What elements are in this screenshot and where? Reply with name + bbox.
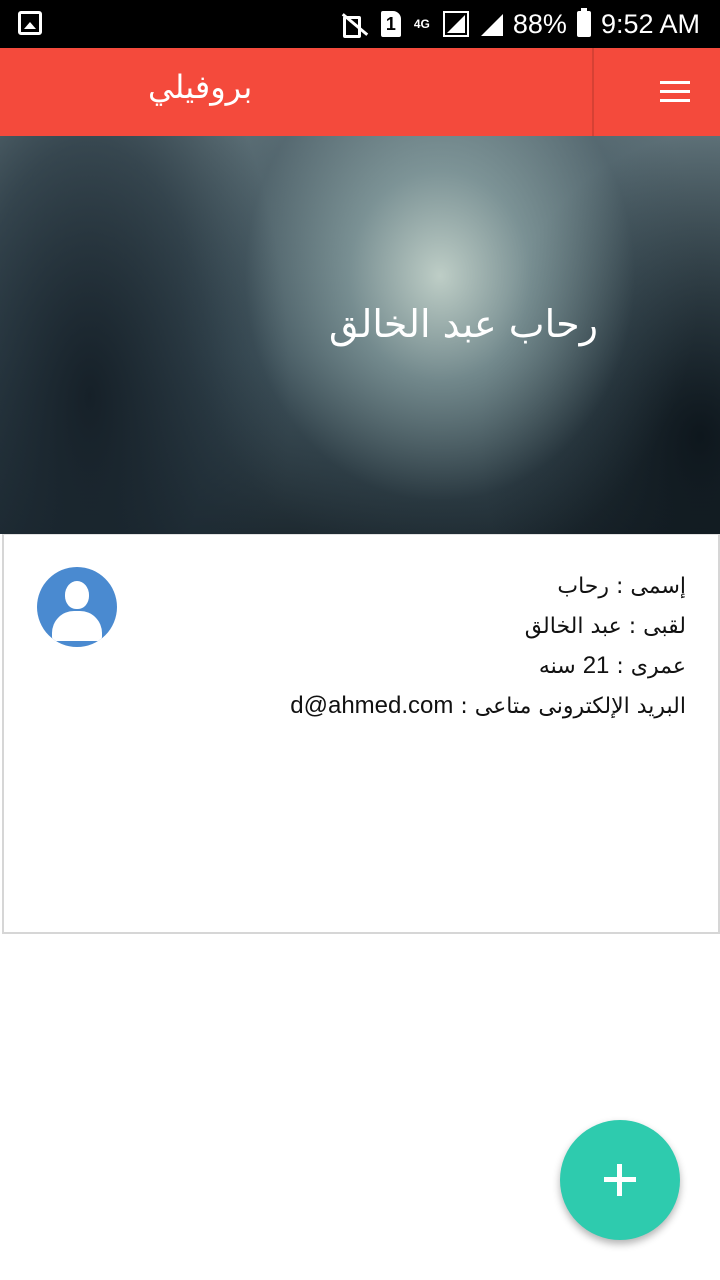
app-bar: بروفيلي xyxy=(0,48,720,136)
email-value: d@ahmed.com xyxy=(290,692,454,719)
name-label: إسمى : xyxy=(609,574,686,599)
age-value: 21 xyxy=(582,652,610,679)
status-icons: 1 4G 88% 9:52 AM xyxy=(337,0,700,48)
surname-row: لقبى : عبد الخالق xyxy=(126,607,686,647)
menu-button[interactable] xyxy=(592,48,720,136)
surname-label: لقبى : xyxy=(621,614,686,639)
network-type-label: 4G xyxy=(413,17,430,31)
surname-value: عبد الخالق xyxy=(524,614,622,639)
name-value: رحاب xyxy=(557,574,609,599)
age-row: عمرى : 21 سنه xyxy=(126,647,686,687)
signal-icon xyxy=(442,11,469,37)
name-row: إسمى : رحاب xyxy=(126,567,686,607)
gallery-icon xyxy=(18,11,42,35)
profile-card: إسمى : رحاب لقبى : عبد الخالق عمرى : 21 … xyxy=(2,534,720,934)
user-avatar-icon xyxy=(37,567,117,647)
email-label: البريد الإلكترونى متاعى : xyxy=(453,694,686,719)
age-label: عمرى : xyxy=(609,654,686,679)
sim-icon: 1 xyxy=(380,11,401,37)
email-row: البريد الإلكترونى متاعى : d@ahmed.com xyxy=(126,687,686,727)
signal-strength-icon xyxy=(479,12,503,36)
profile-info: إسمى : رحاب لقبى : عبد الخالق عمرى : 21 … xyxy=(126,567,686,727)
app-title: بروفيلي xyxy=(148,68,253,106)
battery-icon xyxy=(576,8,591,37)
profile-cover-image: رحاب عبد الخالق xyxy=(0,136,720,534)
mute-icon xyxy=(337,12,371,38)
add-button[interactable] xyxy=(560,1120,680,1240)
status-bar: 1 4G 88% 9:52 AM xyxy=(0,0,720,48)
battery-percent: 88% xyxy=(512,8,567,39)
age-unit: سنه xyxy=(538,654,583,679)
clock: 9:52 AM xyxy=(600,8,700,39)
hamburger-menu-icon xyxy=(660,81,690,103)
cover-display-name: رحاب عبد الخالق xyxy=(329,302,598,346)
